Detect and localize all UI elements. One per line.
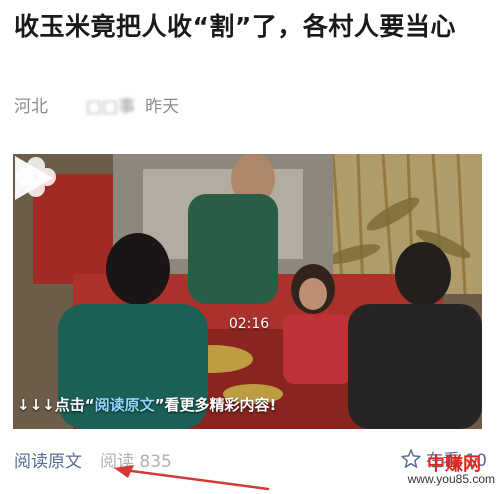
watermark-url: www.you85.com	[407, 472, 495, 486]
publish-time: 昨天	[145, 96, 180, 117]
author-name[interactable]: □□事	[86, 92, 135, 117]
article-title: 收玉米竟把人收“割”了，各村人要当心	[14, 12, 456, 41]
source-label[interactable]: 河北	[14, 92, 48, 117]
video-banner: ↓↓↓点击“阅读原文”看更多精彩内容!	[17, 394, 276, 415]
video-duration: 02:16	[228, 316, 270, 332]
article-meta: 河北 □□事 昨天	[14, 92, 180, 117]
banner-prefix: ↓↓↓点击“	[17, 396, 95, 414]
red-arrow-annotation	[114, 465, 270, 491]
site-watermark-logo: 中赚网 www.you85.com	[408, 450, 495, 490]
banner-link[interactable]: 阅读原文	[95, 396, 155, 414]
video-player[interactable]: 02:16 ↓↓↓点击“阅读原文”看更多精彩内容!	[13, 154, 482, 429]
banner-suffix: ”看更多精彩内容!	[154, 396, 277, 414]
video-thumbnail	[13, 154, 482, 429]
read-more-link[interactable]: 阅读原文	[14, 447, 82, 472]
flower-watermark-icon	[16, 157, 56, 197]
